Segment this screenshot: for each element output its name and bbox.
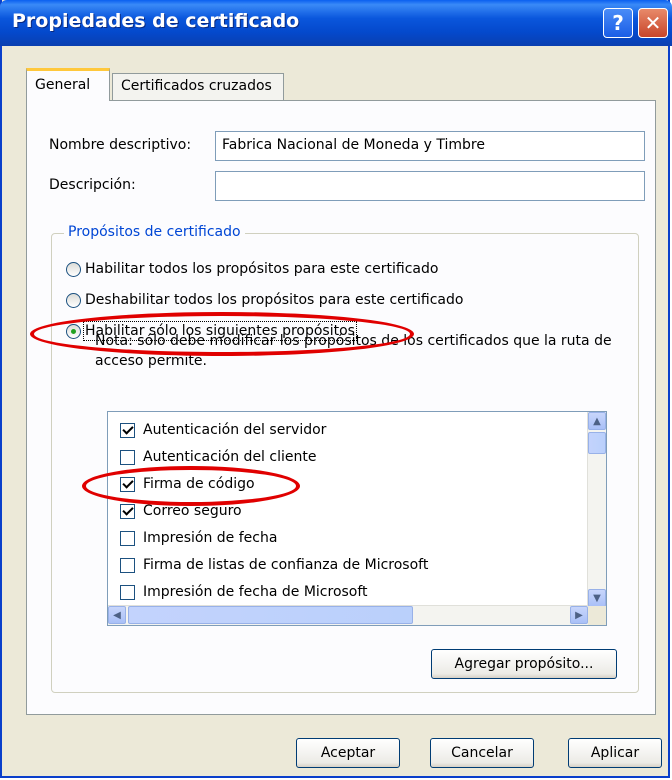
purpose-label: Impresión de fecha de Microsoft: [143, 584, 368, 600]
tab-cross-certificates[interactable]: Certificados cruzados: [112, 73, 284, 100]
purpose-label: Correo seguro: [143, 503, 242, 519]
chevron-down-icon: ▼: [593, 592, 601, 604]
scroll-right-button[interactable]: ▶: [570, 606, 588, 624]
friendly-name-label: Nombre descriptivo:: [49, 137, 192, 153]
purpose-checkbox[interactable]: [120, 584, 135, 600]
ok-button[interactable]: Aceptar: [296, 738, 400, 768]
close-button[interactable]: ✕: [638, 8, 668, 38]
list-item[interactable]: Autenticación del cliente: [120, 445, 316, 469]
tab-general-label: General: [35, 77, 91, 93]
title-bar[interactable]: Propiedades de certificado ? ✕: [0, 0, 672, 46]
help-icon: ?: [612, 11, 624, 35]
add-purpose-button[interactable]: Agregar propósito...: [431, 649, 617, 679]
scroll-left-button[interactable]: ◀: [108, 606, 126, 624]
vertical-scroll-thumb[interactable]: [588, 432, 606, 454]
chevron-left-icon: ◀: [113, 609, 121, 621]
help-button[interactable]: ?: [603, 8, 633, 38]
list-item[interactable]: Impresión de fecha de Microsoft: [120, 580, 368, 604]
radio-enable-all-control[interactable]: [66, 261, 81, 277]
vertical-scrollbar[interactable]: ▲ ▼: [587, 412, 606, 607]
horizontal-scrollbar[interactable]: ◀ ▶: [108, 605, 588, 625]
dialog-window: Propiedades de certificado ? ✕ General C…: [0, 0, 672, 778]
radio-disable-all-control[interactable]: [66, 292, 81, 308]
radio-disable-all-label: Deshabilitar todos los propósitos para e…: [85, 292, 464, 308]
purpose-label: Autenticación del cliente: [143, 449, 317, 465]
description-input[interactable]: [215, 171, 645, 201]
description-label: Descripción:: [49, 177, 136, 193]
apply-button[interactable]: Aplicar: [568, 738, 662, 768]
purpose-label: Impresión de fecha: [143, 530, 278, 546]
purpose-checkbox[interactable]: [120, 476, 135, 492]
purposes-note: Nota: sólo debe modificar los propósitos…: [95, 333, 612, 369]
purpose-checkbox[interactable]: [120, 557, 135, 573]
horizontal-scroll-thumb[interactable]: [128, 606, 413, 624]
purposes-list[interactable]: Autenticación del servidor Autenticación…: [107, 411, 607, 626]
cancel-button[interactable]: Cancelar: [430, 738, 534, 768]
purpose-checkbox[interactable]: [120, 503, 135, 519]
list-item[interactable]: Firma de listas de confianza de Microsof…: [120, 553, 428, 577]
window-title: Propiedades de certificado: [12, 10, 300, 32]
scrollbar-corner: [588, 606, 606, 625]
purposes-group-label: Propósitos de certificado: [64, 224, 245, 240]
radio-disable-all[interactable]: Deshabilitar todos los propósitos para e…: [66, 289, 463, 311]
tab-cross-certificates-label: Certificados cruzados: [121, 78, 272, 94]
list-item[interactable]: Correo seguro: [120, 499, 242, 523]
purpose-label: Firma de listas de confianza de Microsof…: [143, 557, 429, 573]
friendly-name-input[interactable]: Fabrica Nacional de Moneda y Timbre: [215, 131, 645, 161]
radio-enable-all[interactable]: Habilitar todos los propósitos para este…: [66, 258, 438, 280]
list-item[interactable]: Firma de código: [120, 472, 255, 496]
purpose-label: Firma de código: [143, 476, 255, 492]
purpose-checkbox[interactable]: [120, 530, 135, 546]
list-item[interactable]: Impresión de fecha: [120, 526, 277, 550]
scroll-down-button[interactable]: ▼: [588, 589, 606, 607]
close-icon: ✕: [644, 11, 662, 35]
radio-enable-selected-control[interactable]: [66, 323, 81, 339]
list-item[interactable]: Autenticación del servidor: [120, 418, 326, 442]
purpose-checkbox[interactable]: [120, 449, 135, 465]
tab-general[interactable]: General: [26, 68, 110, 101]
scroll-up-button[interactable]: ▲: [588, 412, 606, 430]
purpose-checkbox[interactable]: [120, 422, 135, 438]
purpose-label: Autenticación del servidor: [143, 422, 327, 438]
chevron-up-icon: ▲: [593, 415, 601, 427]
chevron-right-icon: ▶: [575, 609, 583, 621]
tab-panel-general: Nombre descriptivo: Fabrica Nacional de …: [26, 100, 656, 715]
radio-enable-all-label: Habilitar todos los propósitos para este…: [85, 261, 439, 277]
